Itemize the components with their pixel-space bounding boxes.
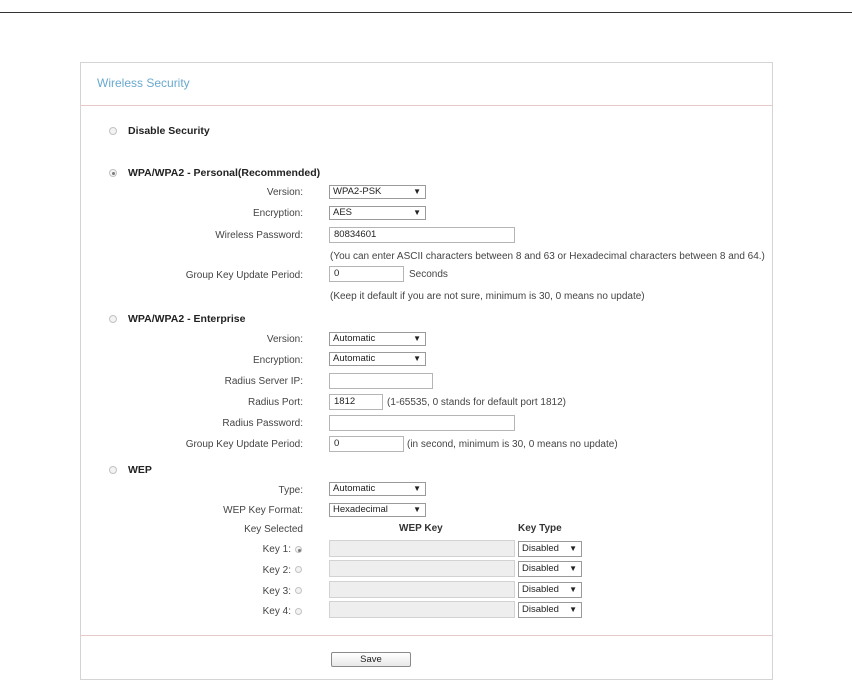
radius-server-ip-input[interactable] bbox=[329, 373, 433, 389]
wireless-password-input[interactable]: 80834601 bbox=[329, 227, 515, 243]
wpa-personal-group-key-unit: Seconds bbox=[409, 269, 448, 280]
wpa-enterprise-version-select[interactable]: Automatic ▼ bbox=[329, 332, 426, 346]
chevron-down-icon: ▼ bbox=[413, 484, 421, 493]
wep-label: WEP bbox=[128, 464, 152, 476]
wep-key-format-select[interactable]: Hexadecimal ▼ bbox=[329, 503, 426, 517]
wpa-personal-version-label: Version: bbox=[266, 187, 303, 198]
chevron-down-icon: ▼ bbox=[569, 605, 577, 614]
chevron-down-icon: ▼ bbox=[569, 564, 577, 573]
radius-password-label: Radius Password: bbox=[222, 418, 303, 429]
key-3-label: Key 3: bbox=[262, 586, 291, 597]
key-selected-header: Key Selected bbox=[244, 524, 303, 535]
wpa-enterprise-version-label: Version: bbox=[266, 334, 303, 345]
wep-type-select[interactable]: Automatic ▼ bbox=[329, 482, 426, 496]
key-4-type-value: Disabled bbox=[522, 604, 559, 615]
key-4-label: Key 4: bbox=[262, 606, 291, 617]
wpa-enterprise-encryption-value: Automatic bbox=[333, 353, 376, 364]
wpa-personal-label: WPA/WPA2 - Personal(Recommended) bbox=[128, 167, 321, 179]
wpa-enterprise-group-key-input[interactable]: 0 bbox=[329, 436, 404, 452]
key-1-type-value: Disabled bbox=[522, 543, 559, 554]
page-title: Wireless Security bbox=[97, 76, 190, 90]
wpa-personal-group-key-input[interactable]: 0 bbox=[329, 266, 404, 282]
chevron-down-icon: ▼ bbox=[413, 334, 421, 343]
wpa-personal-version-value: WPA2-PSK bbox=[333, 186, 382, 197]
radius-port-input[interactable]: 1812 bbox=[329, 394, 383, 410]
key-1-label: Key 1: bbox=[262, 544, 291, 555]
wpa-personal-radio[interactable] bbox=[109, 169, 117, 177]
radius-password-input[interactable] bbox=[329, 415, 515, 431]
key-4-radio[interactable] bbox=[295, 608, 302, 615]
wep-type-value: Automatic bbox=[333, 483, 376, 494]
key-2-type-select[interactable]: Disabled ▼ bbox=[518, 561, 582, 577]
key-3-input[interactable] bbox=[329, 581, 515, 598]
footer-divider bbox=[81, 635, 772, 636]
radius-server-ip-label: Radius Server IP: bbox=[224, 376, 303, 387]
wpa-personal-version-select[interactable]: WPA2-PSK ▼ bbox=[329, 185, 426, 199]
wpa-enterprise-version-value: Automatic bbox=[333, 333, 376, 344]
wireless-security-panel: Wireless Security Disable Security WPA/W… bbox=[80, 62, 773, 680]
key-2-radio[interactable] bbox=[295, 566, 302, 573]
wireless-password-label: Wireless Password: bbox=[215, 230, 303, 241]
wpa-enterprise-radio[interactable] bbox=[109, 315, 117, 323]
wpa-enterprise-group-key-note: (in second, minimum is 30, 0 means no up… bbox=[407, 439, 618, 450]
wireless-password-note: (You can enter ASCII characters between … bbox=[330, 251, 765, 262]
wpa-personal-encryption-select[interactable]: AES ▼ bbox=[329, 206, 426, 220]
wpa-personal-group-key-label: Group Key Update Period: bbox=[185, 270, 303, 281]
key-1-radio[interactable] bbox=[295, 546, 302, 553]
wpa-personal-encryption-label: Encryption: bbox=[252, 208, 303, 219]
chevron-down-icon: ▼ bbox=[413, 208, 421, 217]
wpa-enterprise-group-key-label: Group Key Update Period: bbox=[185, 439, 303, 450]
wep-key-header: WEP Key bbox=[399, 523, 443, 534]
key-type-header: Key Type bbox=[518, 523, 562, 534]
chevron-down-icon: ▼ bbox=[569, 544, 577, 553]
chevron-down-icon: ▼ bbox=[569, 585, 577, 594]
wep-key-format-value: Hexadecimal bbox=[333, 504, 388, 515]
key-4-type-select[interactable]: Disabled ▼ bbox=[518, 602, 582, 618]
wep-key-format-label: WEP Key Format: bbox=[223, 505, 303, 516]
key-3-type-select[interactable]: Disabled ▼ bbox=[518, 582, 582, 598]
disable-security-label: Disable Security bbox=[128, 125, 210, 137]
key-3-radio[interactable] bbox=[295, 587, 302, 594]
key-2-type-value: Disabled bbox=[522, 563, 559, 574]
chevron-down-icon: ▼ bbox=[413, 354, 421, 363]
disable-security-radio[interactable] bbox=[109, 127, 117, 135]
wep-radio[interactable] bbox=[109, 466, 117, 474]
wpa-enterprise-encryption-label: Encryption: bbox=[252, 355, 303, 366]
key-3-type-value: Disabled bbox=[522, 584, 559, 595]
chevron-down-icon: ▼ bbox=[413, 187, 421, 196]
title-divider bbox=[81, 105, 772, 106]
key-1-input[interactable] bbox=[329, 540, 515, 557]
radius-port-label: Radius Port: bbox=[247, 397, 303, 408]
key-2-input[interactable] bbox=[329, 560, 515, 577]
page-top-rule bbox=[0, 12, 852, 13]
wpa-personal-group-key-note: (Keep it default if you are not sure, mi… bbox=[330, 291, 645, 302]
wep-type-label: Type: bbox=[278, 485, 303, 496]
wpa-enterprise-encryption-select[interactable]: Automatic ▼ bbox=[329, 352, 426, 366]
key-4-input[interactable] bbox=[329, 601, 515, 618]
wpa-enterprise-label: WPA/WPA2 - Enterprise bbox=[128, 313, 246, 325]
save-button[interactable]: Save bbox=[331, 652, 411, 667]
key-2-label: Key 2: bbox=[262, 565, 291, 576]
chevron-down-icon: ▼ bbox=[413, 505, 421, 514]
radius-port-note: (1-65535, 0 stands for default port 1812… bbox=[387, 397, 567, 408]
key-1-type-select[interactable]: Disabled ▼ bbox=[518, 541, 582, 557]
wpa-personal-encryption-value: AES bbox=[333, 207, 353, 218]
